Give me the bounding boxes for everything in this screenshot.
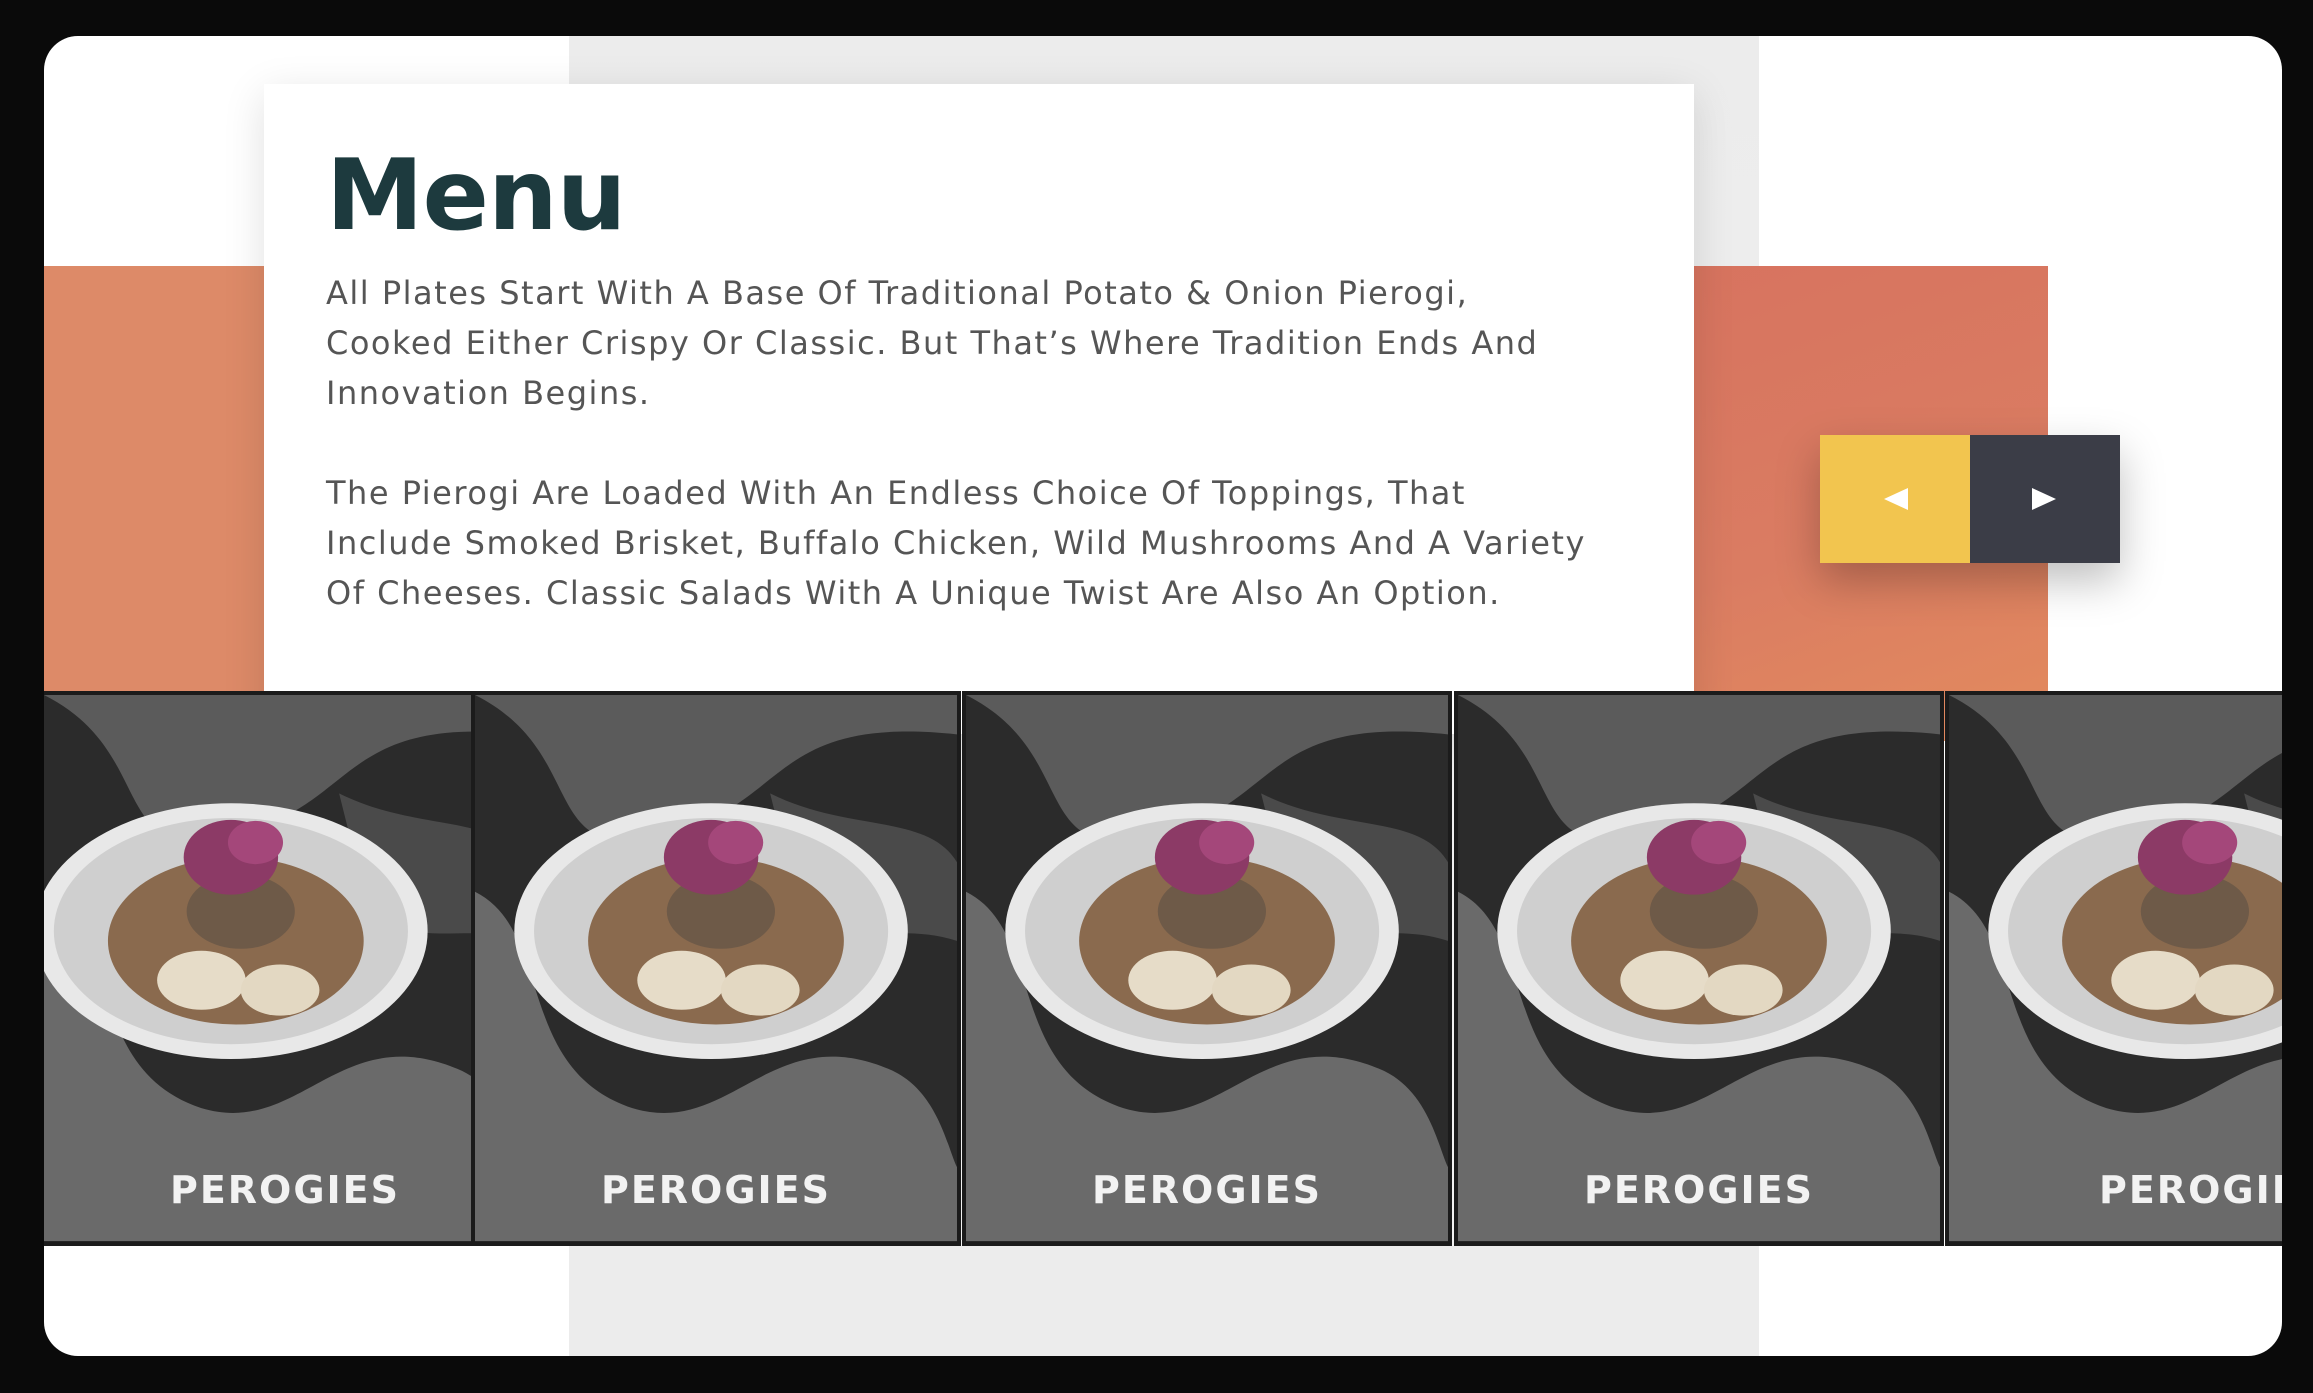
menu-item-label: PEROGIE (2099, 1168, 2282, 1212)
menu-item-card[interactable]: PEROGIE (1945, 691, 2282, 1246)
food-plate-image (1949, 695, 2282, 1241)
menu-item-card[interactable]: PEROGIES (962, 691, 1452, 1246)
menu-description-1: All Plates Start With A Base Of Traditio… (326, 274, 1539, 412)
menu-title: Menu (326, 139, 627, 253)
menu-description-2: The Pierogi Are Loaded With An Endless C… (326, 474, 1586, 612)
menu-item-label: PEROGIES (600, 1168, 832, 1212)
menu-item-label: PEROGIES (1583, 1168, 1815, 1212)
previous-button[interactable] (1820, 435, 1970, 563)
device-frame: Menu All Plates Start With A Base Of Tra… (0, 0, 2313, 1393)
screen: Menu All Plates Start With A Base Of Tra… (44, 36, 2282, 1356)
triangle-right-icon (2032, 488, 2056, 510)
triangle-left-icon (1884, 488, 1908, 510)
food-plate-image (475, 695, 957, 1241)
menu-item-card[interactable]: PEROGIES (471, 691, 961, 1246)
menu-item-label: PEROGIES (1091, 1168, 1323, 1212)
menu-carousel: PEROGIES PEROGIES PEROGIES PEROGIES PERO… (44, 691, 2282, 1246)
next-button[interactable] (1970, 435, 2120, 563)
food-plate-image (966, 695, 1448, 1241)
menu-item-card[interactable]: PEROGIES (1454, 691, 1944, 1246)
carousel-nav (1820, 435, 2120, 563)
background-footer-panel (569, 1246, 1759, 1356)
menu-item-label: PEROGIES (169, 1168, 401, 1212)
food-plate-image (44, 695, 526, 1241)
menu-card: Menu All Plates Start With A Base Of Tra… (264, 84, 1694, 734)
food-plate-image (1458, 695, 1940, 1241)
menu-item-card[interactable]: PEROGIES (44, 691, 530, 1246)
